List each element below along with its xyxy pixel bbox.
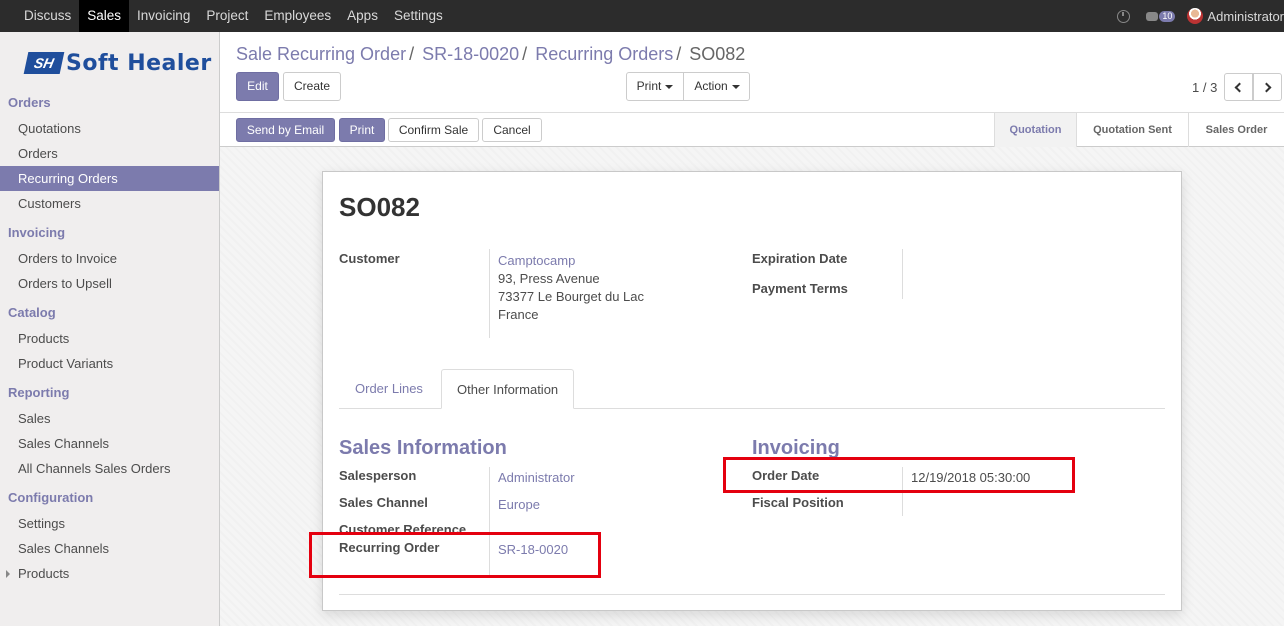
menu-discuss[interactable]: Discuss xyxy=(16,0,79,32)
breadcrumb-sale-recurring-order[interactable]: Sale Recurring Order xyxy=(236,44,406,64)
edit-button[interactable]: Edit xyxy=(236,72,279,101)
salesperson-link[interactable]: Administrator xyxy=(498,470,575,485)
print-button[interactable]: Print xyxy=(339,118,385,142)
customer-label: Customer xyxy=(339,251,400,266)
customer-address-city: 73377 Le Bourget du Lac xyxy=(498,289,645,304)
create-button[interactable]: Create xyxy=(283,72,341,101)
messages-icon[interactable] xyxy=(1146,11,1159,21)
sidebar-item-recurring-orders[interactable]: Recurring Orders xyxy=(0,166,219,191)
print-dropdown[interactable]: Print xyxy=(627,73,684,100)
caret-down-icon xyxy=(665,84,674,89)
breadcrumb-current: SO082 xyxy=(689,44,746,64)
sidebar-item-orders[interactable]: Orders xyxy=(0,141,219,166)
top-navbar: Discuss Sales Invoicing Project Employee… xyxy=(0,0,1284,32)
print-dropdown-label: Print xyxy=(636,79,662,93)
breadcrumb-separator: / xyxy=(522,44,528,64)
pager-next-button[interactable] xyxy=(1253,73,1282,101)
caret-right-icon xyxy=(6,570,10,578)
sidebar-section-invoicing: Invoicing xyxy=(8,225,66,240)
send-by-email-button[interactable]: Send by Email xyxy=(236,118,335,142)
cancel-button[interactable]: Cancel xyxy=(482,118,542,142)
menu-settings[interactable]: Settings xyxy=(386,0,451,32)
field-divider xyxy=(489,249,490,338)
logo-mark: SH xyxy=(23,52,65,74)
sidebar-item-quotations[interactable]: Quotations xyxy=(0,116,219,141)
user-avatar[interactable] xyxy=(1187,8,1204,24)
sidebar-section-orders: Orders xyxy=(8,95,51,110)
sidebar-item-products[interactable]: Products xyxy=(0,326,219,351)
sidebar-item-sales-channels-report[interactable]: Sales Channels xyxy=(0,431,219,456)
sidebar-item-products-config[interactable]: Products xyxy=(0,561,219,586)
sidebar-item-customers[interactable]: Customers xyxy=(0,191,219,216)
sidebar-section-catalog: Catalog xyxy=(8,305,56,320)
sidebar-actions: Print Action xyxy=(626,72,750,101)
status-step-quotation-sent[interactable]: Quotation Sent xyxy=(1076,113,1188,147)
sidebar: SH Soft Healer Orders Quotations Orders … xyxy=(0,32,220,626)
sidebar-item-products-config-label: Products xyxy=(18,566,70,581)
sidebar-item-product-variants[interactable]: Product Variants xyxy=(0,351,219,376)
customer-link[interactable]: Camptocamp xyxy=(498,253,575,268)
sales-channel-link[interactable]: Europe xyxy=(498,497,540,512)
sidebar-item-settings[interactable]: Settings xyxy=(0,511,219,536)
expiration-date-label: Expiration Date xyxy=(752,251,848,266)
breadcrumb-recurring-orders[interactable]: Recurring Orders xyxy=(535,44,673,64)
systray: 10 Administrator xyxy=(1117,0,1284,32)
payment-terms-label: Payment Terms xyxy=(752,281,848,296)
pager-previous-button[interactable] xyxy=(1224,73,1253,101)
menu-project[interactable]: Project xyxy=(198,0,256,32)
recurring-order-highlight xyxy=(309,532,601,578)
activity-clock-icon[interactable] xyxy=(1117,9,1131,23)
tab-other-information-label: Other Information xyxy=(457,382,559,397)
chevron-left-icon xyxy=(1234,82,1245,93)
menu-employees[interactable]: Employees xyxy=(256,0,339,32)
pager-value: 1 / 3 xyxy=(1192,80,1218,95)
sidebar-section-reporting: Reporting xyxy=(8,385,70,400)
user-menu[interactable]: Administrator xyxy=(1207,9,1284,24)
breadcrumb-separator: / xyxy=(676,44,682,64)
customer-address-street: 93, Press Avenue xyxy=(498,271,600,286)
breadcrumb: Sale Recurring Order / SR-18-0020/ Recurr… xyxy=(236,44,745,65)
status-steps: Quotation Quotation Sent Sales Order xyxy=(994,113,1284,147)
softhealer-logo: SH Soft Healer xyxy=(23,50,212,76)
status-step-sales-order[interactable]: Sales Order xyxy=(1188,113,1284,147)
sidebar-nav: Orders Quotations Orders Recurring Order… xyxy=(0,90,219,586)
sales-information-title: Sales Information xyxy=(339,437,507,459)
app-menu: Discuss Sales Invoicing Project Employee… xyxy=(16,0,451,32)
action-dropdown[interactable]: Action xyxy=(684,73,750,100)
sidebar-item-sales[interactable]: Sales xyxy=(0,406,219,431)
action-dropdown-label: Action xyxy=(694,79,728,93)
record-title: SO082 xyxy=(339,192,420,222)
breadcrumb-sr-number[interactable]: SR-18-0020 xyxy=(422,44,519,64)
sidebar-item-all-channels-sales-orders[interactable]: All Channels Sales Orders xyxy=(0,456,219,481)
customer-address-country: France xyxy=(498,307,539,322)
fiscal-position-label: Fiscal Position xyxy=(752,495,844,510)
sheet-bottom-divider xyxy=(339,594,1165,595)
salesperson-label: Salesperson xyxy=(339,468,417,483)
menu-invoicing[interactable]: Invoicing xyxy=(129,0,198,32)
order-date-highlight xyxy=(723,457,1075,493)
breadcrumb-separator: / xyxy=(409,44,415,64)
tab-other-information[interactable]: Other Information xyxy=(441,369,574,409)
sidebar-item-orders-to-invoice[interactable]: Orders to Invoice xyxy=(0,246,219,271)
logo-text: Soft Healer xyxy=(66,50,212,76)
confirm-sale-button[interactable]: Confirm Sale xyxy=(388,118,479,142)
sidebar-item-orders-to-upsell[interactable]: Orders to Upsell xyxy=(0,271,219,296)
sales-channel-label: Sales Channel xyxy=(339,495,428,510)
menu-sales[interactable]: Sales xyxy=(79,0,130,32)
sidebar-section-configuration: Configuration xyxy=(8,490,94,505)
chevron-right-icon xyxy=(1261,82,1272,93)
caret-down-icon xyxy=(731,84,740,89)
sidebar-item-sales-channels-config[interactable]: Sales Channels xyxy=(0,536,219,561)
tab-order-lines[interactable]: Order Lines xyxy=(355,381,423,396)
message-count-badge: 10 xyxy=(1159,10,1176,22)
field-divider xyxy=(902,249,903,299)
status-step-quotation[interactable]: Quotation xyxy=(994,113,1076,147)
menu-apps[interactable]: Apps xyxy=(339,0,386,32)
